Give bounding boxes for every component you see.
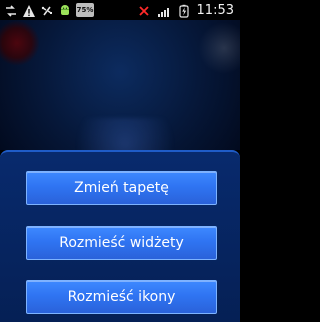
home-right-widget-blur [198, 22, 240, 74]
arrange-widgets-button[interactable]: Rozmieść widżety [26, 226, 217, 260]
battery-percentage-badge: 75% [76, 3, 94, 17]
home-center-glow [60, 118, 190, 150]
warning-icon [22, 3, 36, 17]
usb-icon [40, 3, 54, 17]
home-left-widget-blur [0, 20, 40, 66]
home-options-menu: Zmień tapetę Rozmieść widżety Rozmieść i… [0, 150, 240, 322]
status-bar: 75% 11:53 [0, 0, 240, 20]
data-transfer-icon [4, 3, 18, 17]
battery-charging-icon [177, 3, 191, 18]
status-right-icons: 11:53 [137, 2, 234, 18]
signal-strength-icon [157, 3, 171, 17]
arrange-icons-button[interactable]: Rozmieść ikony [26, 280, 217, 314]
change-wallpaper-button[interactable]: Zmień tapetę [26, 171, 217, 205]
clock: 11:53 [196, 2, 234, 18]
home-screen-background [0, 20, 240, 150]
no-signal-icon [137, 3, 151, 17]
android-debug-icon [58, 3, 72, 17]
status-left-icons: 75% [4, 2, 94, 18]
